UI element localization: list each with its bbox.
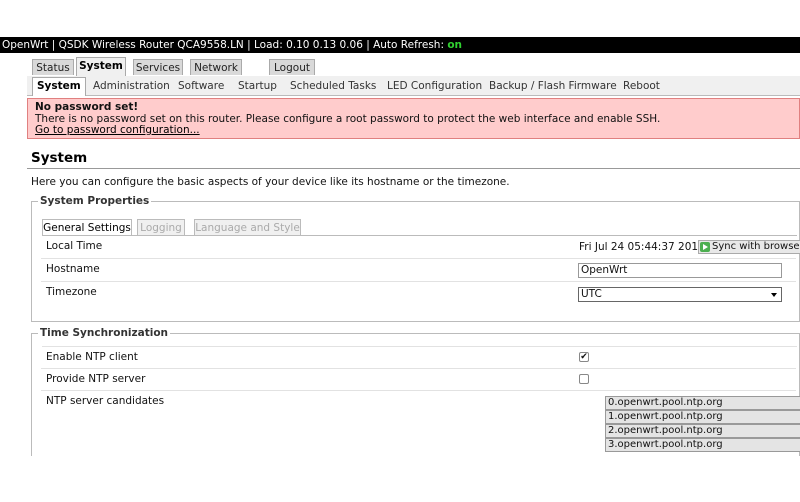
provide-ntp-checkbox[interactable] — [579, 374, 589, 384]
provide-ntp-label: Provide NTP server — [46, 373, 146, 385]
enable-ntp-checkbox[interactable]: ✔ — [579, 352, 589, 362]
hostname-label: Hostname — [46, 263, 100, 275]
ntp-candidates-label: NTP server candidates — [46, 395, 165, 407]
tab-logging[interactable]: Logging — [137, 219, 185, 235]
system-properties-legend: System Properties — [38, 195, 152, 207]
subtab-backup-flash[interactable]: Backup / Flash Firmware — [489, 78, 617, 95]
tab-network[interactable]: Network — [190, 59, 242, 75]
status-bar: OpenWrt | QSDK Wireless Router QCA9558.L… — [0, 37, 800, 53]
ntp-server-input-0[interactable]: 0.openwrt.pool.ntp.org — [605, 396, 800, 410]
page-title: System — [31, 150, 88, 166]
timezone-value: UTC — [581, 288, 602, 300]
ntp-server-input-3[interactable]: 3.openwrt.pool.ntp.org — [605, 438, 800, 452]
subtab-administration[interactable]: Administration — [93, 78, 170, 95]
enable-ntp-label: Enable NTP client — [46, 351, 138, 363]
sync-icon — [700, 242, 710, 252]
no-password-alert: No password set! There is no password se… — [27, 98, 800, 139]
hostname-input[interactable]: OpenWrt — [578, 263, 782, 278]
sync-with-browser-button[interactable]: Sync with browser — [698, 240, 800, 254]
timezone-select[interactable]: UTC — [578, 287, 782, 302]
password-config-link[interactable]: Go to password configuration... — [35, 124, 200, 136]
tab-logout[interactable]: Logout — [269, 59, 315, 75]
page-description: Here you can configure the basic aspects… — [31, 176, 510, 188]
local-time-label: Local Time — [46, 240, 103, 252]
subtab-startup[interactable]: Startup — [238, 78, 277, 95]
time-sync-legend: Time Synchronization — [38, 327, 171, 339]
title-divider — [27, 168, 800, 169]
main-tabs: Status System Services Network Logout — [27, 57, 800, 76]
properties-tabs: General Settings Logging Language and St… — [42, 219, 797, 235]
subtab-led-configuration[interactable]: LED Configuration — [387, 78, 482, 95]
auto-refresh-toggle[interactable]: on — [447, 39, 462, 51]
ntp-server-input-2[interactable]: 2.openwrt.pool.ntp.org — [605, 424, 800, 438]
timezone-row: Timezone UTC — [41, 282, 796, 305]
local-time-row: Local Time Fri Jul 24 05:44:37 2015 Sync… — [41, 236, 800, 259]
subtab-reboot[interactable]: Reboot — [623, 78, 660, 95]
hostname-row: Hostname OpenWrt — [41, 259, 796, 282]
tab-status[interactable]: Status — [32, 59, 74, 75]
subtab-system[interactable]: System — [32, 77, 86, 96]
timezone-label: Timezone — [46, 286, 97, 298]
sub-tabs: System Administration Software Startup S… — [27, 76, 800, 96]
sync-button-label: Sync with browser — [712, 241, 800, 252]
alert-title: No password set! — [35, 101, 139, 113]
local-time-value: Fri Jul 24 05:44:37 2015 — [579, 241, 705, 253]
tab-services[interactable]: Services — [133, 59, 183, 75]
enable-ntp-row: Enable NTP client ✔ — [41, 347, 796, 369]
subtab-software[interactable]: Software — [178, 78, 224, 95]
status-bar-text: OpenWrt | QSDK Wireless Router QCA9558.L… — [2, 39, 448, 51]
main-panel: Status System Services Network Logout Sy… — [27, 57, 800, 456]
tab-system[interactable]: System — [76, 57, 126, 76]
tab-general-settings[interactable]: General Settings — [42, 219, 132, 235]
subtab-scheduled-tasks[interactable]: Scheduled Tasks — [290, 78, 376, 95]
ntp-server-input-1[interactable]: 1.openwrt.pool.ntp.org — [605, 410, 800, 424]
provide-ntp-row: Provide NTP server — [41, 369, 796, 391]
tab-language-style[interactable]: Language and Style — [194, 219, 301, 235]
chevron-down-icon — [771, 293, 777, 297]
